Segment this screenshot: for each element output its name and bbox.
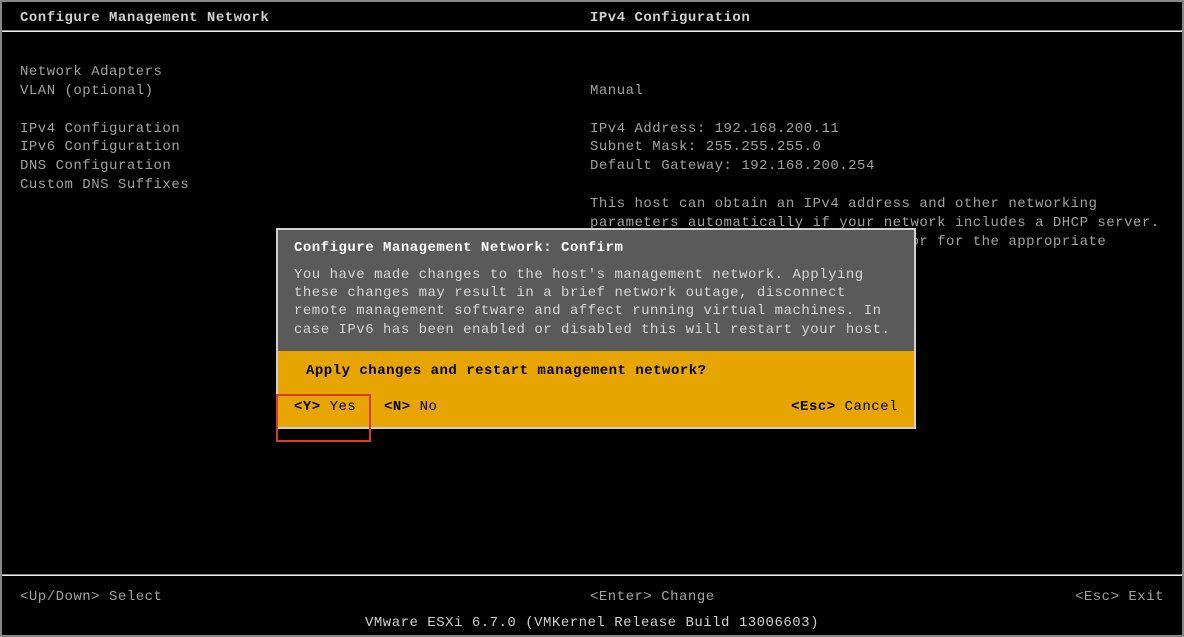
cancel-button[interactable]: <Esc> Cancel [791,399,898,415]
menu-item[interactable]: IPv6 Configuration [20,139,180,155]
select-label: Select [109,589,162,605]
change-key: <Enter> [590,589,652,605]
select-key: <Up/Down> [20,589,100,605]
no-key: <N> [384,399,411,415]
footer-divider [2,574,1182,576]
cancel-key: <Esc> [791,399,836,415]
exit-label: Exit [1128,589,1164,605]
footer-row: <Up/Down> Select <Enter> Change <Esc> Ex… [2,589,1182,605]
menu-item[interactable]: DNS Configuration [20,158,171,174]
ipv4-address-label: IPv4 Address: [590,121,706,137]
version-line: VMware ESXi 6.7.0 (VMKernel Release Buil… [2,615,1182,631]
footer-select-hint: <Up/Down> Select [20,589,590,605]
footer-exit-hint: <Esc> Exit [1075,589,1164,605]
menu-item[interactable]: IPv4 Configuration [20,121,180,137]
footer-change-hint: <Enter> Change [590,589,1075,605]
confirm-dialog: Configure Management Network: Confirm Yo… [276,228,916,429]
dialog-title: Configure Management Network: Confirm [294,240,898,256]
dialog-header-area: Configure Management Network: Confirm Yo… [278,230,914,351]
no-button[interactable]: <N> No [384,399,474,415]
yes-label: Yes [330,399,357,415]
header-row: Configure Management Network IPv4 Config… [2,2,1182,30]
yes-key: <Y> [294,399,321,415]
page-title-left: Configure Management Network [20,10,590,26]
default-gateway-value: 192.168.200.254 [741,158,875,174]
ipv4-mode: Manual [590,83,643,99]
yes-button[interactable]: <Y> Yes [294,399,384,415]
ipv4-address-value: 192.168.200.11 [715,121,840,137]
dialog-button-row: <Y> Yes <N> No <Esc> Cancel [278,391,914,427]
default-gateway-label: Default Gateway: [590,158,732,174]
subnet-mask-value: 255.255.255.0 [706,139,822,155]
exit-key: <Esc> [1075,589,1120,605]
menu-item[interactable]: Custom DNS Suffixes [20,177,189,193]
dialog-body: You have made changes to the host's mana… [294,266,898,339]
menu-item[interactable]: VLAN (optional) [20,83,154,99]
no-label: No [420,399,438,415]
cancel-label: Cancel [845,399,898,415]
menu-item[interactable]: Network Adapters [20,64,162,80]
dialog-question: Apply changes and restart management net… [278,351,914,391]
subnet-mask-label: Subnet Mask: [590,139,697,155]
esxi-dcui-screen: Configure Management Network IPv4 Config… [0,0,1184,637]
page-title-right: IPv4 Configuration [590,10,750,26]
change-label: Change [661,589,714,605]
